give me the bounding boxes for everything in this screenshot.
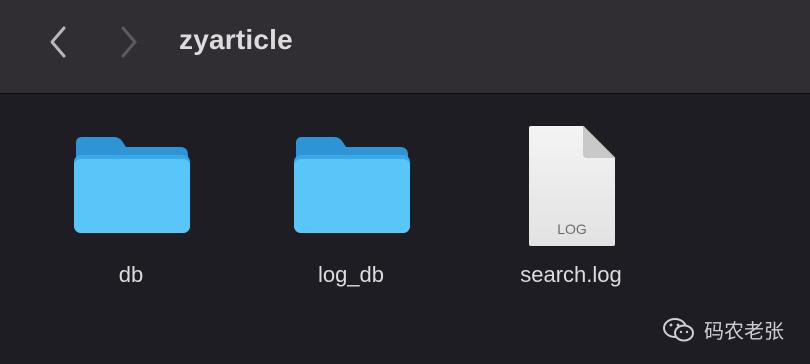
toolbar: zyarticle <box>0 0 810 94</box>
file-item-log-db[interactable]: log_db <box>276 120 426 300</box>
finder-window: zyarticle db log_db LOG search.log 码农老张 <box>0 0 810 364</box>
chevron-right-icon <box>121 26 137 58</box>
chevron-left-icon <box>50 26 66 58</box>
wechat-icon <box>663 317 694 341</box>
file-name: log_db <box>317 262 385 287</box>
file-name: search.log <box>520 262 622 287</box>
back-button[interactable] <box>38 22 78 62</box>
watermark-text: 码农老张 <box>704 319 784 343</box>
file-item-search-log[interactable]: LOG search.log <box>496 120 646 300</box>
file-type-badge: LOG <box>557 221 587 237</box>
forward-button[interactable] <box>109 22 149 62</box>
watermark: 码农老张 <box>662 315 784 344</box>
folder-icon <box>74 137 190 233</box>
document-icon: LOG <box>529 125 616 246</box>
window-title: zyarticle <box>179 24 293 55</box>
file-name: db <box>118 262 144 287</box>
file-item-db[interactable]: db <box>56 120 206 300</box>
folder-icon <box>294 137 410 233</box>
